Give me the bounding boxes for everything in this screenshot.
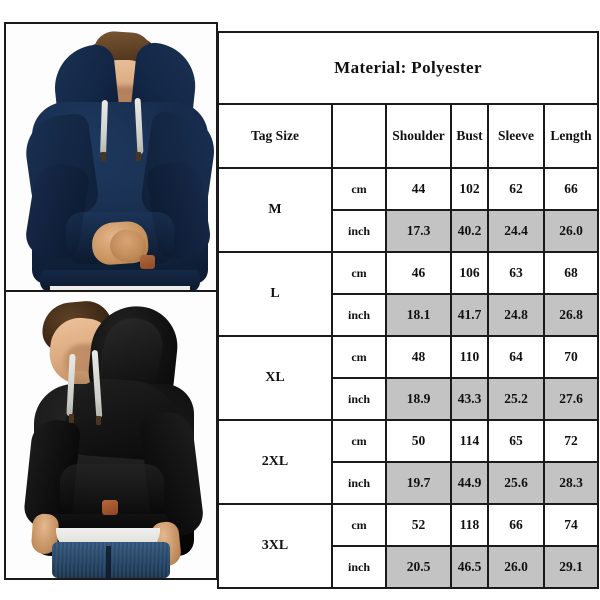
value-sleeve-cm: 66 xyxy=(487,503,545,547)
value-bust-cm: 110 xyxy=(450,335,489,379)
jeans-inseam xyxy=(106,546,111,578)
unit-label-cm: cm xyxy=(331,419,387,463)
value-shoulder-inch: 18.9 xyxy=(385,377,452,421)
value-bust-cm: 114 xyxy=(450,419,489,463)
value-length-inch: 26.8 xyxy=(542,293,600,337)
photo-navy-hoodie-canvas xyxy=(6,24,216,296)
value-sleeve-cm: 64 xyxy=(487,335,545,379)
drawstring-tip-right xyxy=(96,416,101,425)
value-length-cm: 66 xyxy=(542,167,600,211)
value-bust-inch: 43.3 xyxy=(450,377,489,421)
size-label: XL xyxy=(217,335,333,421)
value-shoulder-inch: 20.5 xyxy=(385,545,452,589)
product-photo-column xyxy=(0,0,218,600)
unit-label-cm: cm xyxy=(331,335,387,379)
value-length-cm: 72 xyxy=(542,419,600,463)
value-sleeve-inch: 24.4 xyxy=(487,209,545,253)
value-shoulder-cm: 52 xyxy=(385,503,452,547)
brand-patch xyxy=(102,500,118,515)
unit-label-inch: inch xyxy=(331,545,387,589)
brand-patch xyxy=(140,255,155,269)
photo-black-hoodie-canvas xyxy=(6,292,216,578)
unit-label-inch: inch xyxy=(331,209,387,253)
size-label: 2XL xyxy=(217,419,333,505)
drawstring-tip-left xyxy=(69,414,74,423)
value-length-cm: 74 xyxy=(542,503,600,547)
value-length-inch: 29.1 xyxy=(542,545,600,589)
value-length-inch: 27.6 xyxy=(542,377,600,421)
table-row: L cm 46 106 63 68 xyxy=(217,251,600,337)
value-shoulder-inch: 18.1 xyxy=(385,293,452,337)
photo-black-hoodie[interactable] xyxy=(4,290,218,580)
value-shoulder-cm: 48 xyxy=(385,335,452,379)
table-row: 3XL cm 52 118 66 74 xyxy=(217,503,600,589)
table-row: M cm 44 102 62 66 xyxy=(217,167,600,253)
header-bust: Bust xyxy=(450,103,489,169)
header-shoulder: Shoulder xyxy=(385,103,452,169)
unit-label-cm: cm xyxy=(331,251,387,295)
value-bust-inch: 40.2 xyxy=(450,209,489,253)
unit-label-inch: inch xyxy=(331,461,387,505)
value-shoulder-cm: 50 xyxy=(385,419,452,463)
value-sleeve-cm: 62 xyxy=(487,167,545,211)
table-header-row: Tag Size Shoulder Bust Sleeve Length xyxy=(217,103,600,169)
jeans xyxy=(52,542,170,578)
value-sleeve-cm: 65 xyxy=(487,419,545,463)
value-bust-inch: 41.7 xyxy=(450,293,489,337)
value-sleeve-inch: 25.2 xyxy=(487,377,545,421)
size-chart-page: Material: Polyester Tag Size Shoulder Bu… xyxy=(0,0,600,600)
value-sleeve-inch: 26.0 xyxy=(487,545,545,589)
value-shoulder-cm: 46 xyxy=(385,251,452,295)
unit-label-inch: inch xyxy=(331,377,387,421)
value-length-cm: 68 xyxy=(542,251,600,295)
value-length-cm: 70 xyxy=(542,335,600,379)
header-unit xyxy=(331,103,387,169)
drawstring-tip-right xyxy=(136,152,141,161)
size-label: L xyxy=(217,251,333,337)
value-bust-cm: 102 xyxy=(450,167,489,211)
table-row: XL cm 48 110 64 70 xyxy=(217,335,600,421)
value-bust-inch: 46.5 xyxy=(450,545,489,589)
header-length: Length xyxy=(542,103,600,169)
value-shoulder-inch: 19.7 xyxy=(385,461,452,505)
size-chart-table: Material: Polyester Tag Size Shoulder Bu… xyxy=(216,31,600,589)
header-tag-size: Tag Size xyxy=(217,103,333,169)
value-length-inch: 28.3 xyxy=(542,461,600,505)
unit-label-cm: cm xyxy=(331,167,387,211)
value-shoulder-inch: 17.3 xyxy=(385,209,452,253)
table-title-row: Material: Polyester xyxy=(216,31,600,105)
photo-navy-hoodie[interactable] xyxy=(4,22,218,298)
unit-label-cm: cm xyxy=(331,503,387,547)
value-sleeve-inch: 24.8 xyxy=(487,293,545,337)
value-bust-cm: 106 xyxy=(450,251,489,295)
size-label: 3XL xyxy=(217,503,333,589)
material-title: Material: Polyester xyxy=(216,31,600,105)
value-sleeve-cm: 63 xyxy=(487,251,545,295)
value-bust-inch: 44.9 xyxy=(450,461,489,505)
drawstring-tip-left xyxy=(101,152,106,161)
size-label: M xyxy=(217,167,333,253)
table-row: 2XL cm 50 114 65 72 xyxy=(217,419,600,505)
value-shoulder-cm: 44 xyxy=(385,167,452,211)
value-length-inch: 26.0 xyxy=(542,209,600,253)
value-bust-cm: 118 xyxy=(450,503,489,547)
value-sleeve-inch: 25.6 xyxy=(487,461,545,505)
unit-label-inch: inch xyxy=(331,293,387,337)
header-sleeve: Sleeve xyxy=(487,103,545,169)
